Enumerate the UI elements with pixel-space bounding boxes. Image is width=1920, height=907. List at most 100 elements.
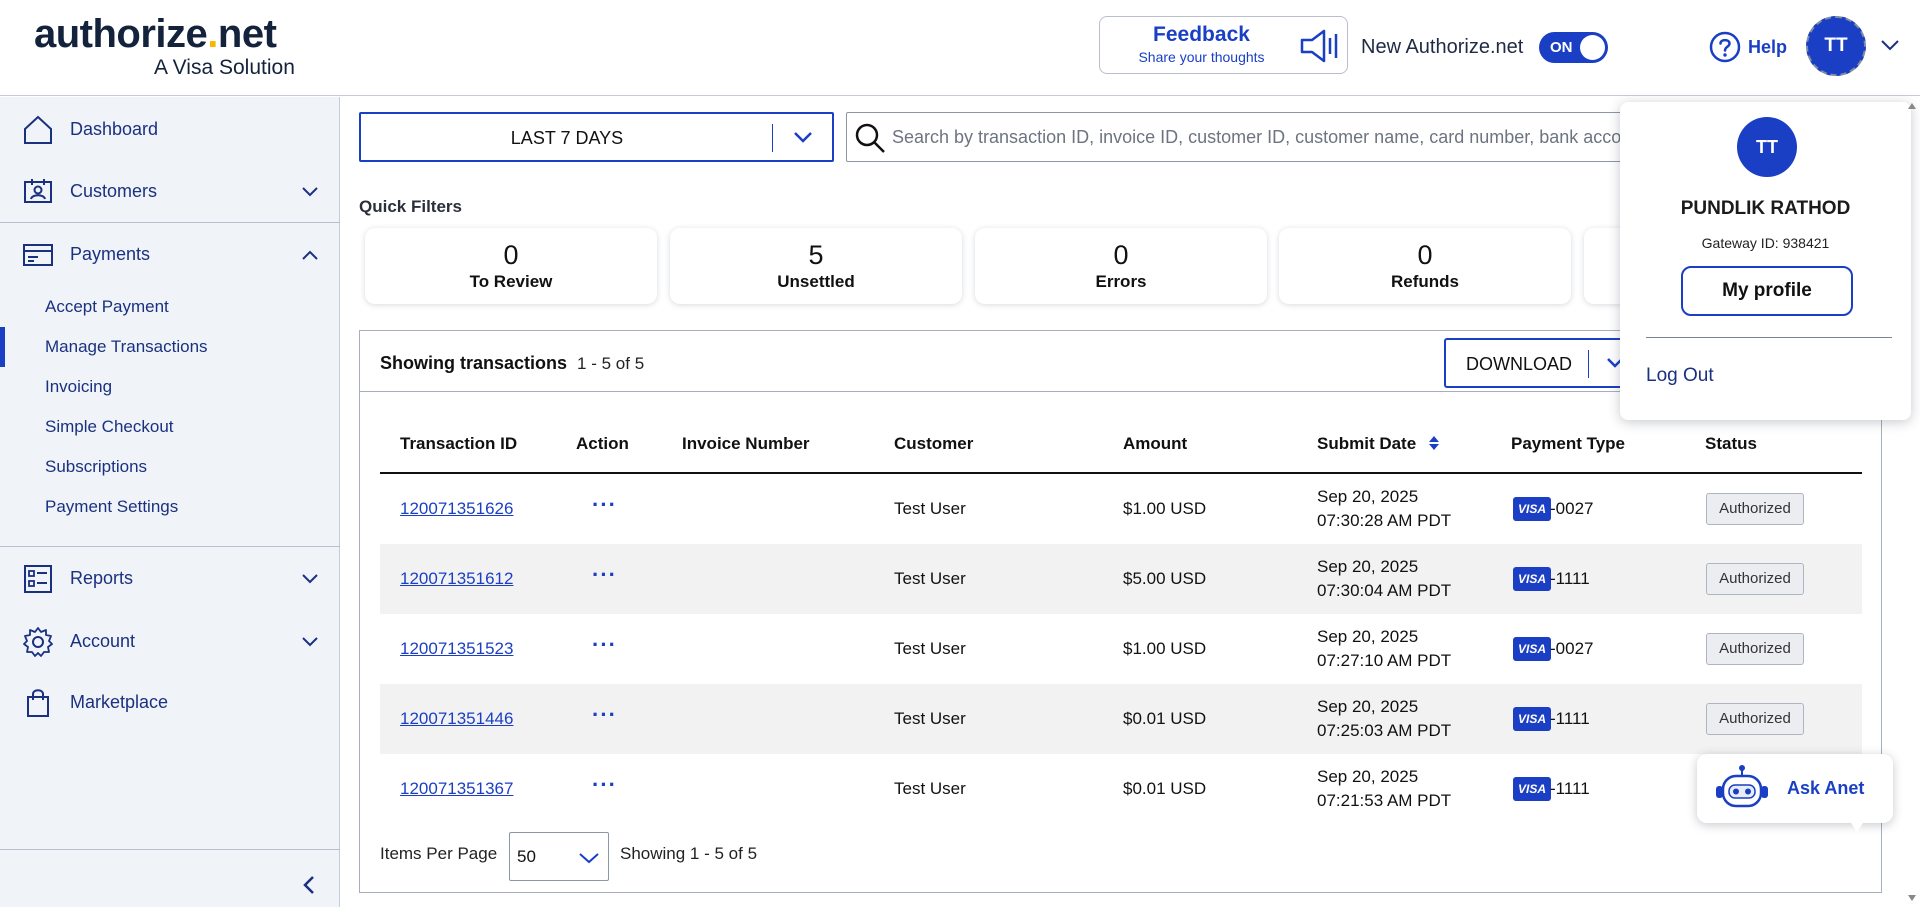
payments-card-icon bbox=[23, 244, 53, 266]
sort-icon[interactable] bbox=[1427, 435, 1441, 451]
more-actions-icon[interactable]: ··· bbox=[592, 632, 617, 658]
sidebar-item-marketplace[interactable]: Marketplace bbox=[0, 675, 340, 731]
help-link[interactable]: Help bbox=[1748, 37, 1787, 58]
gear-icon bbox=[23, 627, 53, 657]
column-header-submit-date[interactable]: Submit Date bbox=[1317, 434, 1441, 454]
chevron-down-icon[interactable] bbox=[1880, 38, 1900, 52]
sidebar-subitem-accept-payment[interactable]: Accept Payment bbox=[45, 297, 169, 317]
items-per-page-select[interactable]: 50 bbox=[509, 832, 609, 881]
feedback-subtitle: Share your thoughts bbox=[1138, 49, 1265, 65]
transaction-id-link[interactable]: 120071351446 bbox=[400, 709, 513, 729]
more-actions-icon[interactable]: ··· bbox=[592, 702, 617, 728]
scroll-up-arrow-icon[interactable] bbox=[1907, 102, 1917, 110]
sidebar-item-payments[interactable]: Payments bbox=[0, 227, 340, 283]
quick-filter-to-review[interactable]: 0 To Review bbox=[365, 228, 657, 304]
status-badge: Authorized bbox=[1706, 493, 1804, 525]
sidebar-item-reports[interactable]: Reports bbox=[0, 551, 340, 607]
collapse-sidebar-icon[interactable] bbox=[300, 874, 318, 896]
visa-card-icon: VISA bbox=[1513, 567, 1551, 591]
column-header-status[interactable]: Status bbox=[1705, 434, 1757, 454]
column-header-payment-type[interactable]: Payment Type bbox=[1511, 434, 1625, 454]
column-header-action: Action bbox=[576, 434, 629, 453]
sidebar-subitem-manage-transactions[interactable]: Manage Transactions bbox=[45, 337, 208, 357]
robot-icon bbox=[1716, 765, 1768, 808]
column-header-amount[interactable]: Amount bbox=[1123, 434, 1187, 454]
visa-card-icon: VISA bbox=[1513, 497, 1551, 521]
toggle-knob bbox=[1580, 35, 1605, 60]
search-box bbox=[846, 112, 1636, 162]
logo-tagline: A Visa Solution bbox=[154, 56, 295, 79]
quick-filter-unsettled[interactable]: 5 Unsettled bbox=[670, 228, 962, 304]
transaction-id-link[interactable]: 120071351626 bbox=[400, 499, 513, 519]
logo-dot: . bbox=[207, 12, 218, 56]
new-experience-toggle[interactable]: ON bbox=[1539, 32, 1608, 63]
sidebar-item-dashboard[interactable]: Dashboard bbox=[0, 102, 340, 158]
quick-filter-count: 5 bbox=[808, 240, 824, 270]
sidebar-subitem-payment-settings[interactable]: Payment Settings bbox=[45, 497, 178, 517]
quick-filter-count: 0 bbox=[1113, 240, 1129, 270]
amount: $1.00 USD bbox=[1123, 639, 1207, 658]
chevron-up-icon bbox=[302, 250, 318, 260]
submit-time: 07:30:28 AM PDT bbox=[1317, 511, 1452, 530]
transaction-id-link[interactable]: 120071351612 bbox=[400, 569, 513, 589]
search-input[interactable] bbox=[892, 113, 1632, 161]
help-icon[interactable] bbox=[1709, 31, 1741, 63]
column-header-invoice-number[interactable]: Invoice Number bbox=[682, 434, 810, 454]
ask-anet-button[interactable]: Ask Anet bbox=[1697, 754, 1893, 832]
logo-text-part1: authorize bbox=[34, 12, 208, 56]
profile-name: PUNDLIK RATHOD bbox=[1680, 198, 1851, 219]
quick-filter-refunds[interactable]: 0 Refunds bbox=[1279, 228, 1571, 304]
megaphone-icon bbox=[1300, 29, 1338, 63]
column-header-transaction-id[interactable]: Transaction ID bbox=[400, 434, 517, 454]
profile-avatar: TT bbox=[1737, 117, 1797, 177]
user-avatar-button[interactable]: TT bbox=[1806, 16, 1866, 76]
sidebar-divider bbox=[0, 546, 340, 547]
transaction-id-link[interactable]: 120071351367 bbox=[400, 779, 513, 799]
transaction-id-link[interactable]: 120071351523 bbox=[400, 639, 513, 659]
sidebar-item-customers[interactable]: Customers bbox=[0, 164, 340, 220]
my-profile-button[interactable]: My profile bbox=[1681, 266, 1853, 316]
more-actions-icon[interactable]: ··· bbox=[592, 772, 617, 798]
card-last-four: -0027 bbox=[1550, 499, 1594, 518]
sidebar-subitem-invoicing[interactable]: Invoicing bbox=[45, 377, 112, 397]
sidebar-item-label: Account bbox=[70, 631, 136, 651]
sidebar-item-account[interactable]: Account bbox=[0, 614, 340, 670]
column-header-customer[interactable]: Customer bbox=[894, 434, 973, 454]
more-actions-icon[interactable]: ··· bbox=[592, 562, 617, 588]
submit-date: Sep 20, 2025 bbox=[1317, 627, 1419, 646]
logout-link[interactable]: Log Out bbox=[1646, 365, 1714, 387]
visa-card-icon: VISA bbox=[1513, 637, 1551, 661]
more-actions-icon[interactable]: ··· bbox=[592, 492, 617, 518]
pagination-summary: Showing 1 - 5 of 5 bbox=[620, 844, 758, 863]
authorize-net-logo[interactable]: authorize.net A Visa Solution bbox=[34, 12, 295, 79]
sidebar: Dashboard Customers Payments Accept Paym… bbox=[0, 97, 340, 907]
feedback-button[interactable]: Feedback Share your thoughts bbox=[1099, 16, 1348, 74]
sidebar-subitem-subscriptions[interactable]: Subscriptions bbox=[45, 457, 147, 477]
items-per-page-label: Items Per Page bbox=[380, 844, 498, 863]
home-icon bbox=[24, 115, 52, 144]
table-row[interactable]: 120071351523 ··· Test User $1.00 USD Sep… bbox=[380, 614, 1862, 684]
scroll-down-arrow-icon[interactable] bbox=[1907, 894, 1917, 902]
customer-name: Test User bbox=[894, 499, 966, 518]
logo-text-part2: net bbox=[217, 12, 277, 56]
table-row[interactable]: 120071351367 ··· Test User $0.01 USD Sep… bbox=[380, 754, 1862, 824]
status-badge: Authorized bbox=[1706, 703, 1804, 735]
quick-filter-errors[interactable]: 0 Errors bbox=[975, 228, 1267, 304]
sidebar-divider bbox=[0, 222, 340, 223]
speech-tail bbox=[1849, 820, 1865, 832]
sidebar-subitem-simple-checkout[interactable]: Simple Checkout bbox=[45, 417, 174, 437]
table-row[interactable]: 120071351626 ··· Test User $1.00 USD Sep… bbox=[380, 474, 1862, 544]
card-last-four: -0027 bbox=[1550, 639, 1594, 658]
visa-card-icon: VISA bbox=[1513, 777, 1551, 801]
menu-divider bbox=[1646, 337, 1892, 338]
customer-name: Test User bbox=[894, 639, 966, 658]
date-range-select[interactable]: LAST 7 DAYS bbox=[359, 112, 834, 162]
card-last-four: -1111 bbox=[1550, 779, 1590, 798]
table-row[interactable]: 120071351446 ··· Test User $0.01 USD Sep… bbox=[380, 684, 1862, 754]
visa-card-icon: VISA bbox=[1513, 707, 1551, 731]
status-badge: Authorized bbox=[1706, 563, 1804, 595]
chevron-down-icon bbox=[302, 574, 318, 584]
customer-name: Test User bbox=[894, 569, 966, 588]
table-row[interactable]: 120071351612 ··· Test User $5.00 USD Sep… bbox=[380, 544, 1862, 614]
chevron-down-icon bbox=[794, 132, 812, 143]
